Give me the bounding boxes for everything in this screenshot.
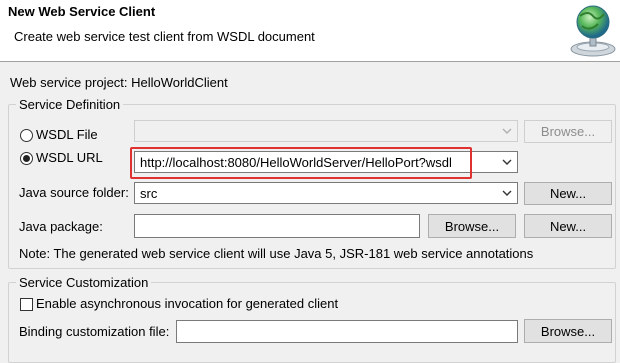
async-invocation-checkbox[interactable] bbox=[20, 298, 33, 311]
async-invocation-label[interactable]: Enable asynchronous invocation for gener… bbox=[36, 296, 338, 312]
wsdl-file-radio[interactable] bbox=[20, 129, 33, 142]
java-package-label: Java package: bbox=[19, 219, 103, 234]
radio-selected-dot bbox=[23, 155, 30, 162]
chevron-down-icon[interactable] bbox=[502, 188, 512, 198]
service-customization-title: Service Customization bbox=[16, 275, 152, 291]
java-source-folder-combo[interactable]: src bbox=[134, 182, 518, 204]
java-package-input[interactable] bbox=[134, 214, 420, 238]
source-folder-new-button[interactable]: New... bbox=[524, 182, 612, 205]
wsdl-url-radio[interactable] bbox=[20, 152, 33, 165]
java-package-new-button[interactable]: New... bbox=[524, 214, 612, 238]
java5-note: Note: The generated web service client w… bbox=[19, 246, 534, 261]
wsdl-file-browse-button: Browse... bbox=[524, 120, 612, 143]
binding-customization-input[interactable] bbox=[176, 320, 518, 343]
wsdl-url-label: WSDL URL bbox=[36, 150, 103, 165]
java-source-folder-value: src bbox=[140, 186, 158, 201]
java-package-browse-button[interactable]: Browse... bbox=[428, 214, 516, 238]
globe-web-service-icon bbox=[570, 5, 616, 57]
web-service-project-label: Web service project: HelloWorldClient bbox=[10, 75, 228, 90]
dialog-subtitle: Create web service test client from WSDL… bbox=[14, 29, 315, 44]
wsdl-file-label: WSDL File bbox=[36, 127, 98, 142]
chevron-down-icon bbox=[502, 128, 512, 134]
java-source-folder-label: Java source folder: bbox=[19, 185, 129, 200]
binding-browse-button[interactable]: Browse... bbox=[524, 319, 612, 343]
url-highlight-annotation bbox=[130, 147, 472, 179]
service-definition-title: Service Definition bbox=[16, 97, 124, 113]
chevron-down-icon[interactable] bbox=[502, 157, 512, 167]
dialog-title: New Web Service Client bbox=[8, 4, 156, 19]
binding-customization-label: Binding customization file: bbox=[19, 324, 170, 339]
wsdl-file-combo bbox=[134, 120, 518, 142]
